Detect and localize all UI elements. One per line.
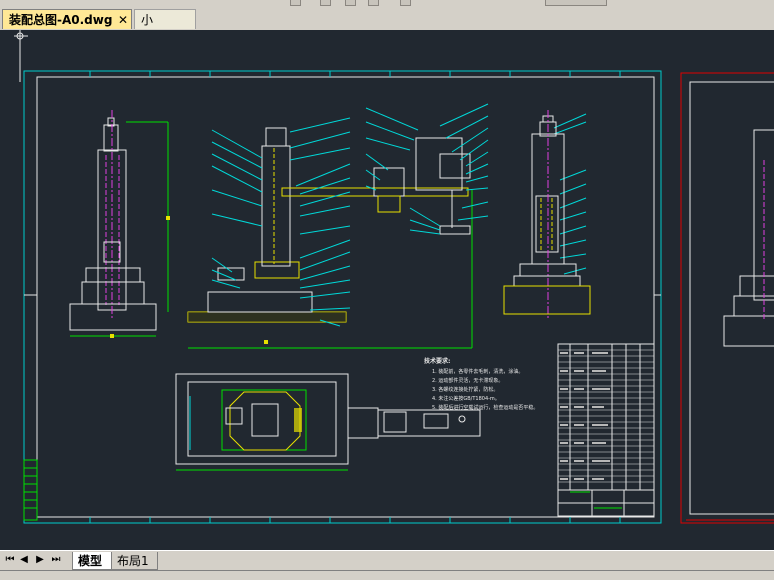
first-layout-icon[interactable]: ⏮ xyxy=(4,554,16,565)
note-line: 4. 未注公差按GB/T1804-m。 xyxy=(432,395,500,402)
layout-tab-bar: ⏮ ◀ ▶ ⏭ 模型 布局1 xyxy=(0,550,774,571)
note-line: 3. 各螺纹连接处拧紧，防松。 xyxy=(432,386,498,393)
tab-label: 装配总图-A0.dwg xyxy=(9,13,113,27)
sheet-inner-frame xyxy=(36,76,655,518)
tab-label: 模型 xyxy=(78,554,103,568)
tab-label: 布局1 xyxy=(117,554,149,568)
document-tab-bar: 装配总图-A0.dwg ✕ 小臂.dwg xyxy=(0,6,774,47)
note-line: 5. 装配后进行空载试运行，检查运动是否平稳。 xyxy=(432,404,538,411)
sheet-outer-frame xyxy=(23,70,662,524)
tab-forearm-drawing[interactable]: 小臂.dwg xyxy=(134,9,196,47)
zone-ticks xyxy=(24,71,661,523)
drawing-canvas[interactable]: 技术要求: 1. 装配前，各零件去毛刺，清洗，涂油。 2. 运动部件灵活，无卡滞… xyxy=(0,30,774,550)
note-line: 1. 装配前，各零件去毛刺，清洗，涂油。 xyxy=(432,368,523,375)
tab-assembly-drawing[interactable]: 装配总图-A0.dwg ✕ xyxy=(2,9,132,29)
tab-model[interactable]: 模型 xyxy=(72,552,112,570)
front-view-arm xyxy=(187,127,473,349)
close-icon[interactable]: ✕ xyxy=(118,10,128,30)
second-sheet-frame xyxy=(680,72,774,524)
side-stamp-lines xyxy=(24,467,37,509)
last-layout-icon[interactable]: ⏭ xyxy=(50,554,62,565)
left-view-column xyxy=(69,110,170,338)
side-stamp-box xyxy=(23,459,38,521)
next-layout-icon[interactable]: ▶ xyxy=(34,554,46,565)
tab-layout1[interactable]: 布局1 xyxy=(112,552,158,570)
notes-title: 技术要求: xyxy=(424,357,450,365)
note-line: 2. 运动部件灵活，无卡滞现象。 xyxy=(432,377,503,384)
ucs-icon xyxy=(14,30,28,82)
prev-layout-icon[interactable]: ◀ xyxy=(18,554,30,565)
technical-notes: 技术要求: 1. 装配前，各零件去毛刺，清洗，涂油。 2. 运动部件灵活，无卡滞… xyxy=(424,357,538,411)
leader-lines xyxy=(211,103,587,327)
parts-list-table xyxy=(557,343,655,517)
